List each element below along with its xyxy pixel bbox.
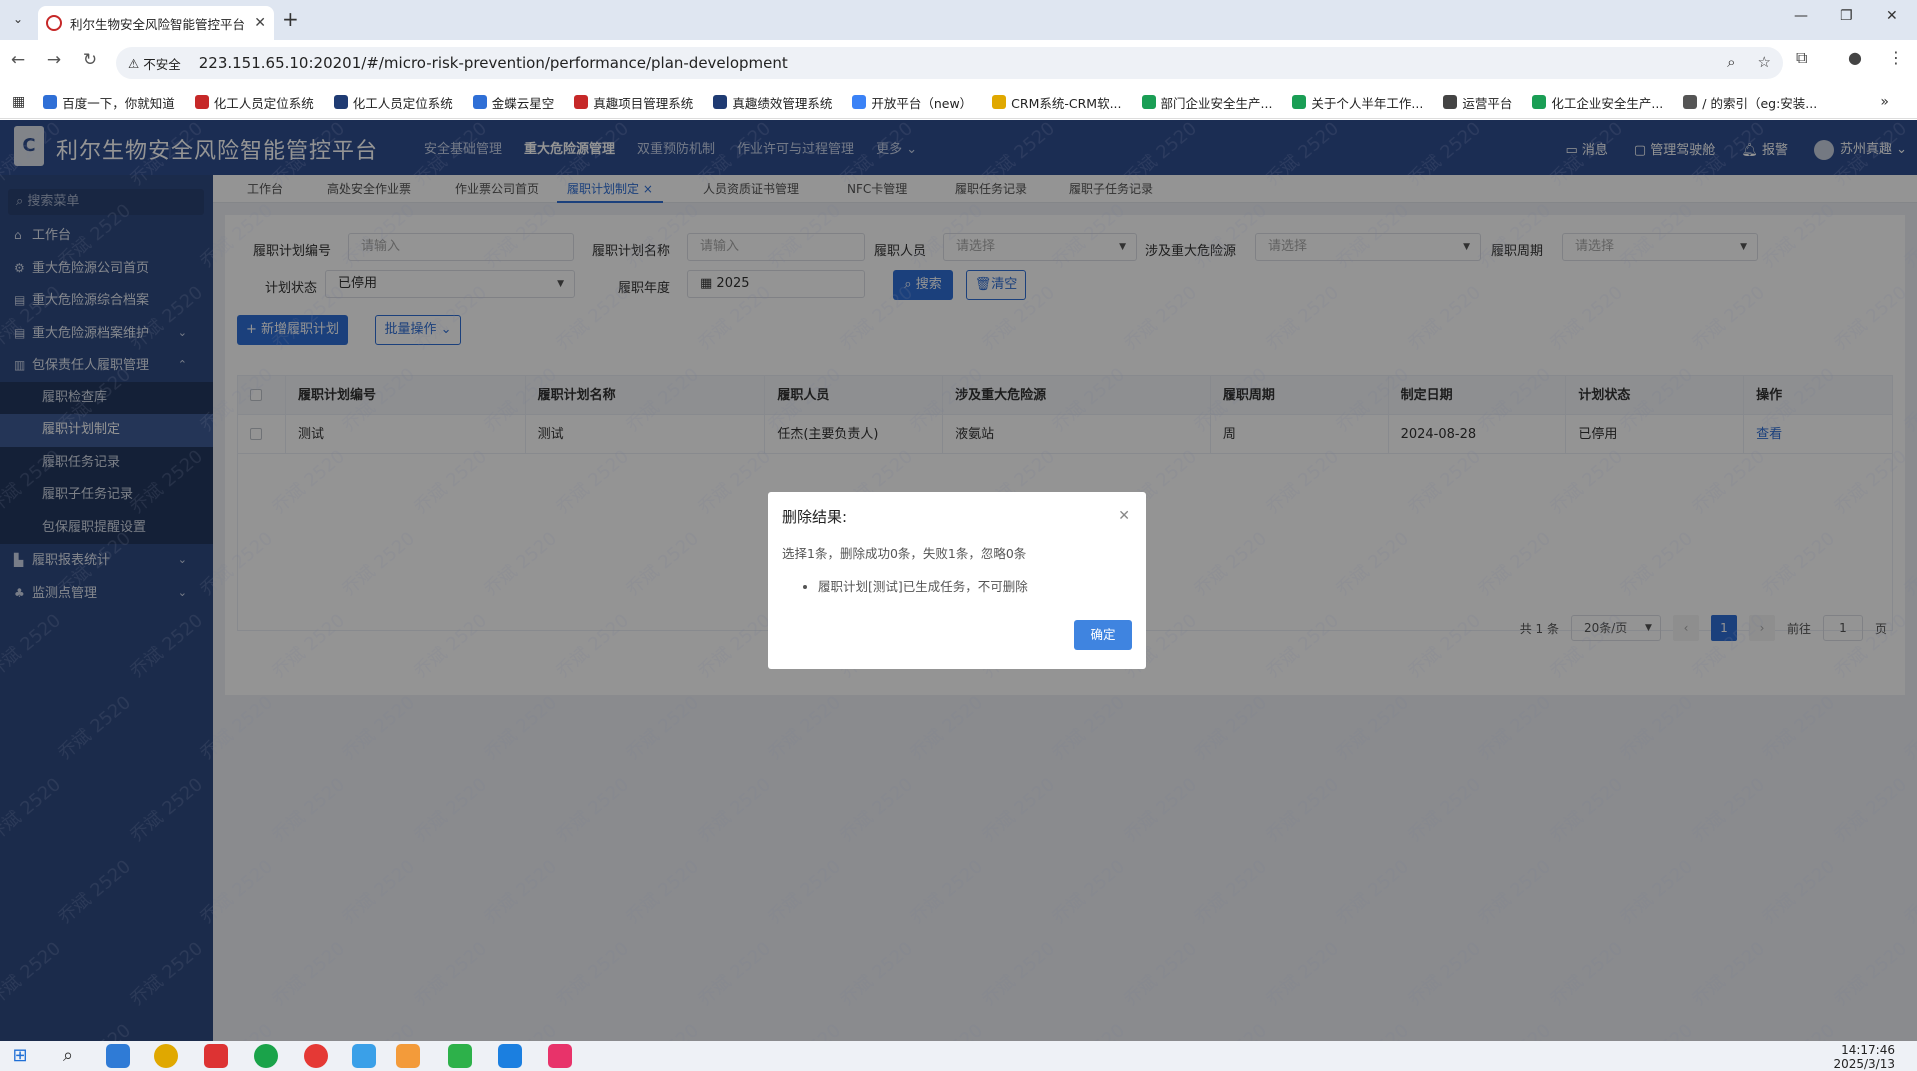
- dialog-message: 选择1条，删除成功0条，失败1条，忽略0条: [782, 546, 1027, 561]
- bookmark-star-icon[interactable]: ☆: [1758, 53, 1771, 71]
- bookmark-label: 百度一下，你就知道: [62, 95, 175, 111]
- close-window-icon[interactable]: ✕: [1886, 8, 1898, 24]
- minimize-icon[interactable]: —: [1794, 8, 1808, 24]
- bookmark-favicon-icon: [43, 95, 58, 109]
- bookmark-favicon-icon: [333, 95, 348, 109]
- dialog-detail-item: 履职计划[测试]已生成任务，不可删除: [818, 576, 1132, 595]
- dialog-title: 删除结果:: [782, 508, 848, 526]
- bookmark-label: 化工企业安全生产...: [1551, 95, 1664, 111]
- reload-icon[interactable]: ↻: [78, 50, 102, 70]
- bookmark-item[interactable]: 开放平台（new）: [852, 93, 972, 112]
- clock-time: 14:17:46: [1841, 1043, 1895, 1057]
- bookmark-label: / 的索引（eg:安装...: [1702, 95, 1818, 111]
- more-bookmarks-icon[interactable]: »: [1880, 94, 1889, 110]
- bookmark-item[interactable]: 百度一下，你就知道: [43, 93, 175, 112]
- tab-list-button[interactable]: ⌄: [6, 8, 30, 32]
- chrome-icon[interactable]: [154, 1044, 178, 1068]
- new-tab-button[interactable]: +: [282, 8, 299, 30]
- restore-icon[interactable]: ❐: [1840, 8, 1853, 24]
- bookmark-label: 真趣绩效管理系统: [732, 95, 833, 111]
- browser-tab-title: 利尔生物安全风险智能管控平台: [70, 16, 246, 32]
- security-label: 不安全: [143, 56, 181, 72]
- bookmark-item[interactable]: 部门企业安全生产...: [1141, 93, 1273, 112]
- system-clock: 14:17:46 2025/3/13: [1833, 1043, 1895, 1071]
- bookmark-item[interactable]: 金蝶云星空: [472, 93, 555, 112]
- bookmark-label: 真趣项目管理系统: [593, 95, 694, 111]
- zoom-icon[interactable]: ⌕: [1727, 53, 1735, 71]
- browser-tab-bar: ⌄ 利尔生物安全风险智能管控平台 ✕ + — ❐ ✕: [0, 0, 1917, 40]
- warning-icon: ⚠: [128, 55, 140, 71]
- profile-icon[interactable]: ●: [1848, 48, 1862, 67]
- media-icon[interactable]: [304, 1044, 328, 1068]
- bookmark-favicon-icon: [1683, 95, 1698, 109]
- bookmark-item[interactable]: 化工人员定位系统: [333, 93, 453, 112]
- bookmark-label: 化工人员定位系统: [352, 95, 453, 111]
- bookmark-favicon-icon: [194, 95, 209, 109]
- browser-icon[interactable]: [254, 1044, 278, 1068]
- bookmark-item[interactable]: CRM系统-CRM软...: [992, 93, 1122, 112]
- bookmark-item[interactable]: 关于个人半年工作...: [1292, 93, 1423, 112]
- bookmark-favicon-icon: [992, 95, 1007, 109]
- bookmark-label: 化工人员定位系统: [213, 95, 314, 111]
- bookmark-item[interactable]: 真趣项目管理系统: [574, 93, 693, 112]
- app-pink-icon[interactable]: [548, 1044, 572, 1068]
- bookmark-label: 金蝶云星空: [491, 95, 555, 111]
- bookmark-favicon-icon: [1532, 95, 1547, 109]
- back-icon[interactable]: ←: [6, 50, 30, 70]
- delete-result-dialog: 删除结果: ✕ 选择1条，删除成功0条，失败1条，忽略0条 履职计划[测试]已生…: [768, 492, 1146, 669]
- wechat-icon[interactable]: [448, 1044, 472, 1068]
- taskbar: ⊞ ⌕ 14:17:46 2025/3/13: [0, 1041, 1917, 1071]
- url-text[interactable]: 223.151.65.10:20201/#/micro-risk-prevent…: [199, 54, 788, 72]
- bookmark-favicon-icon: [1443, 95, 1458, 109]
- confirm-button[interactable]: 确定: [1074, 620, 1132, 650]
- bookmark-label: 部门企业安全生产...: [1160, 95, 1273, 111]
- bookmark-favicon-icon: [713, 95, 728, 109]
- bookmarks-bar: ▦ 百度一下，你就知道 化工人员定位系统 化工人员定位系统 金蝶云星空 真趣项目管理系统…: [0, 86, 1917, 119]
- clock-date: 2025/3/13: [1833, 1057, 1895, 1071]
- bookmark-item[interactable]: / 的索引（eg:安装...: [1683, 93, 1817, 112]
- bookmark-favicon-icon: [1141, 95, 1156, 109]
- feishu-icon[interactable]: [498, 1044, 522, 1068]
- bookmark-label: 运营平台: [1462, 95, 1513, 111]
- bookmark-favicon-icon: [1292, 95, 1307, 109]
- bookmark-item[interactable]: 运营平台: [1443, 93, 1512, 112]
- bookmark-item[interactable]: 真趣绩效管理系统: [713, 93, 832, 112]
- bookmark-item[interactable]: 化工企业安全生产...: [1532, 93, 1663, 112]
- cloud-icon[interactable]: [352, 1044, 376, 1068]
- address-bar[interactable]: ⚠ 不安全 223.151.65.10:20201/#/micro-risk-pr…: [116, 47, 1783, 79]
- apps-grid-icon[interactable]: ▦: [12, 94, 25, 110]
- app-icon[interactable]: [106, 1044, 130, 1068]
- wps-icon[interactable]: [204, 1044, 228, 1068]
- dialog-detail-list: 履职计划[测试]已生成任务，不可删除: [782, 576, 1132, 595]
- bookmark-item[interactable]: 化工人员定位系统: [194, 93, 314, 112]
- site-favicon-icon: [46, 15, 62, 31]
- security-indicator[interactable]: ⚠ 不安全: [128, 54, 181, 73]
- extensions-icon[interactable]: ⧉: [1796, 48, 1807, 68]
- search-icon[interactable]: ⌕: [56, 1044, 80, 1068]
- bookmark-favicon-icon: [472, 95, 487, 109]
- forward-icon[interactable]: →: [42, 50, 66, 70]
- bookmark-label: 开放平台（new）: [871, 95, 973, 111]
- close-tab-icon[interactable]: ✕: [254, 15, 266, 31]
- windows-start-icon[interactable]: ⊞: [8, 1044, 32, 1068]
- app-active-icon[interactable]: [396, 1044, 420, 1068]
- bookmark-label: CRM系统-CRM软...: [1011, 95, 1122, 111]
- browser-tab[interactable]: 利尔生物安全风险智能管控平台 ✕: [38, 6, 274, 40]
- close-icon[interactable]: ✕: [1118, 508, 1130, 524]
- bookmark-favicon-icon: [852, 95, 867, 109]
- bookmark-label: 关于个人半年工作...: [1311, 95, 1424, 111]
- browser-toolbar: ← → ↻ ⚠ 不安全 223.151.65.10:20201/#/micro-r…: [0, 40, 1917, 86]
- browser-menu-icon[interactable]: ⋮: [1888, 48, 1904, 67]
- bookmark-favicon-icon: [574, 95, 589, 109]
